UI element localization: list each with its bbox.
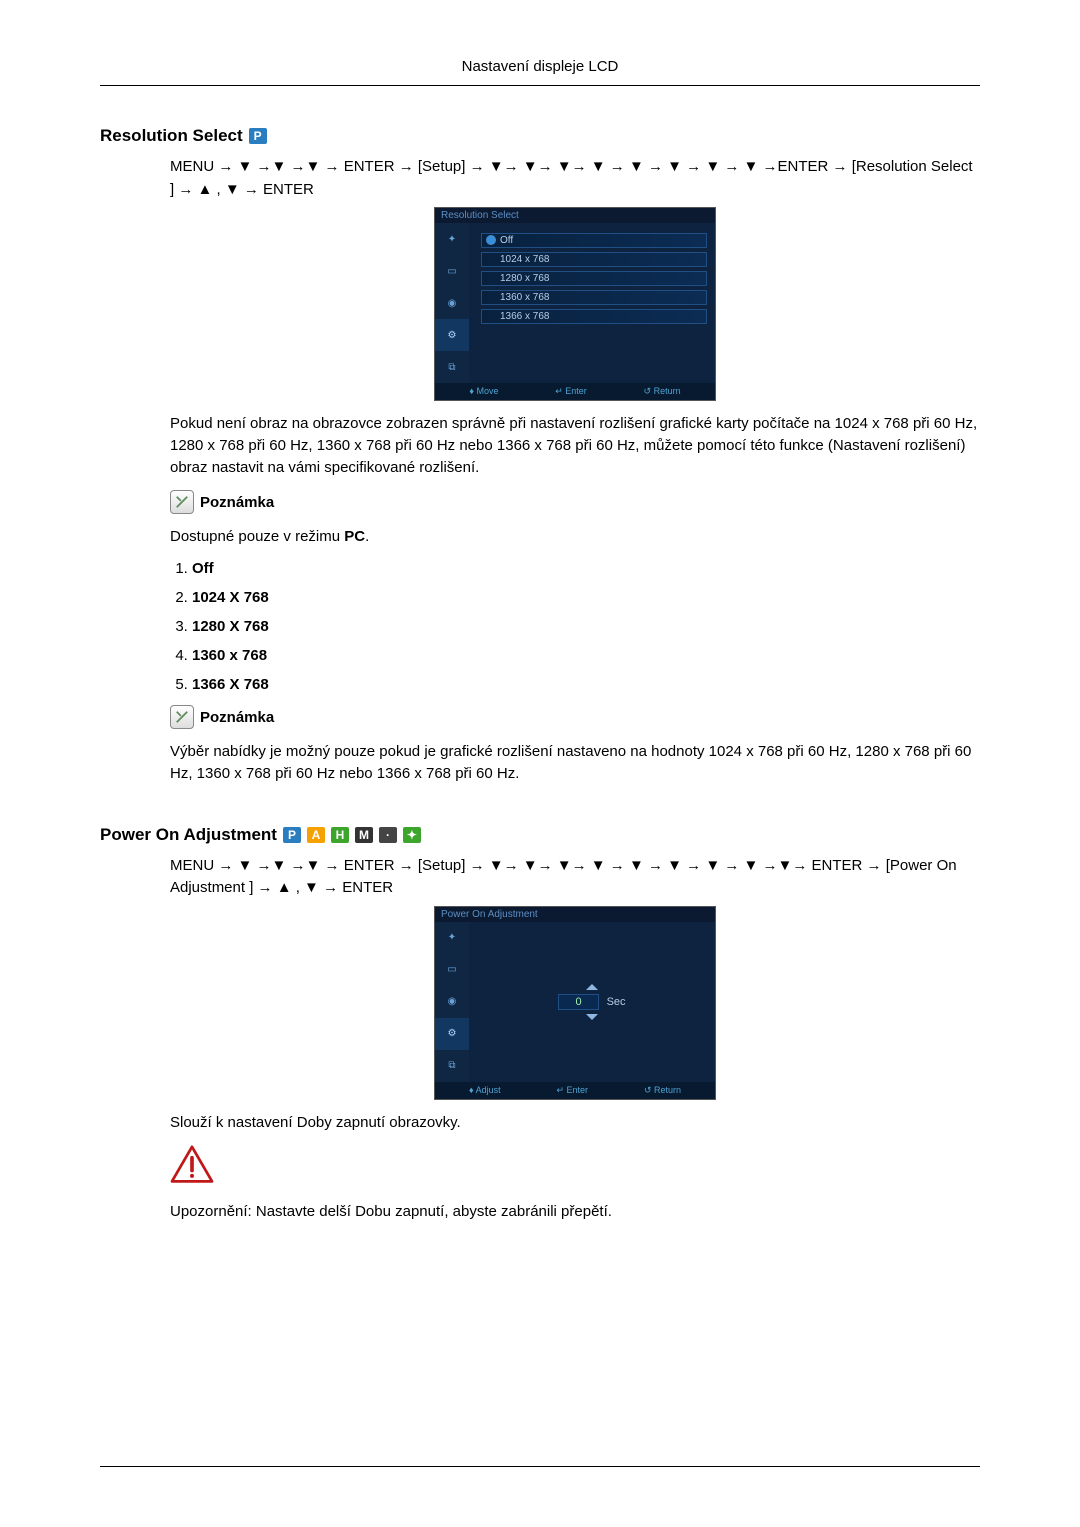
osd-option-off[interactable]: Off xyxy=(481,233,707,248)
section-power-on-title: Power On Adjustment P A H M · ✦ xyxy=(100,825,980,845)
osd-option-1360[interactable]: 1360 x 768 xyxy=(481,290,707,305)
mode-badge-h-icon: H xyxy=(331,827,349,843)
resolution-list: Off 1024 X 768 1280 X 768 1360 x 768 136… xyxy=(170,560,980,693)
osd-hint-enter: ↵ Enter xyxy=(555,386,587,397)
osd-adjust-area: 0 Sec xyxy=(469,922,715,1082)
osd-option-1366[interactable]: 1366 x 768 xyxy=(481,309,707,324)
resolution-nav-path: MENU → ▼ →▼ →▼ → ENTER → [Setup] → ▼→ ▼→… xyxy=(170,156,980,201)
power-on-warning: Upozornění: Nastavte delší Dobu zapnutí,… xyxy=(170,1201,980,1223)
mode-badge-p-icon: P xyxy=(249,128,267,144)
mode-badge-p-icon: P xyxy=(283,827,301,843)
osd-footer: ♦ Move ↵ Enter ↺ Return xyxy=(435,383,715,400)
note-icon xyxy=(170,705,194,729)
list-item-1366: 1366 X 768 xyxy=(192,676,980,693)
osd-option-1280[interactable]: 1280 x 768 xyxy=(481,271,707,286)
mode-badge-m-icon: M xyxy=(355,827,373,843)
picture-icon: ✦ xyxy=(435,223,469,255)
setup-icon: ⚙ xyxy=(435,319,469,351)
list-item-1360: 1360 x 768 xyxy=(192,647,980,664)
osd-resolution-select: Resolution Select ✦ ▭ ◉ ⚙ ⧉ Off 1024 x 7… xyxy=(434,207,716,401)
arrow-down-icon[interactable] xyxy=(586,1014,598,1020)
note-row-1: Poznámka xyxy=(170,490,980,514)
page-header-title: Nastavení displeje LCD xyxy=(100,50,980,85)
osd-hint-move: ♦ Move xyxy=(469,386,498,397)
osd-option-1024[interactable]: 1024 x 768 xyxy=(481,252,707,267)
power-on-value[interactable]: 0 xyxy=(558,994,598,1010)
osd-title: Power On Adjustment xyxy=(435,907,715,922)
section-resolution-title: Resolution Select P xyxy=(100,126,980,146)
multi-icon: ⧉ xyxy=(435,351,469,383)
picture-icon: ✦ xyxy=(435,922,469,954)
mode-badge-extra2-icon: ✦ xyxy=(403,827,421,843)
section-resolution-text: Resolution Select xyxy=(100,126,243,146)
power-on-description: Slouží k nastavení Doby zapnutí obrazovk… xyxy=(170,1112,980,1134)
footer-rule xyxy=(100,1466,980,1467)
list-item-1280: 1280 X 768 xyxy=(192,618,980,635)
osd-hint-return: ↺ Return xyxy=(644,386,681,397)
osd-options: Off 1024 x 768 1280 x 768 1360 x 768 136… xyxy=(469,223,715,383)
osd-sidebar: ✦ ▭ ◉ ⚙ ⧉ xyxy=(435,922,469,1082)
mode-badge-extra-icon: · xyxy=(379,827,397,843)
header-rule xyxy=(100,85,980,86)
osd-hint-enter: ↵ Enter xyxy=(556,1085,588,1096)
osd-hint-return: ↺ Return xyxy=(644,1085,681,1096)
input-icon: ▭ xyxy=(435,954,469,986)
note-label-1: Poznámka xyxy=(200,494,274,511)
list-item-off: Off xyxy=(192,560,980,577)
multi-icon: ⧉ xyxy=(435,1050,469,1082)
note-row-2: Poznámka xyxy=(170,705,980,729)
setup-icon: ⚙ xyxy=(435,1018,469,1050)
list-item-1024: 1024 X 768 xyxy=(192,589,980,606)
note-label-2: Poznámka xyxy=(200,709,274,726)
input-icon: ▭ xyxy=(435,255,469,287)
warning-icon xyxy=(170,1145,980,1189)
resolution-condition-note: Výběr nabídky je možný pouze pokud je gr… xyxy=(170,741,980,785)
osd-power-on-adjustment: Power On Adjustment ✦ ▭ ◉ ⚙ ⧉ 0 Sec xyxy=(434,906,716,1100)
osd-sidebar: ✦ ▭ ◉ ⚙ ⧉ xyxy=(435,223,469,383)
arrow-up-icon[interactable] xyxy=(586,984,598,990)
pc-mode-note: Dostupné pouze v režimu PC. xyxy=(170,526,980,548)
sound-icon: ◉ xyxy=(435,986,469,1018)
osd-title: Resolution Select xyxy=(435,208,715,223)
osd-hint-adjust: ♦ Adjust xyxy=(469,1085,501,1096)
sound-icon: ◉ xyxy=(435,287,469,319)
resolution-description: Pokud není obraz na obrazovce zobrazen s… xyxy=(170,413,980,478)
mode-badge-a-icon: A xyxy=(307,827,325,843)
note-icon xyxy=(170,490,194,514)
section-power-on-text: Power On Adjustment xyxy=(100,825,277,845)
osd-footer: ♦ Adjust ↵ Enter ↺ Return xyxy=(435,1082,715,1099)
power-on-unit: Sec xyxy=(607,996,626,1008)
power-on-nav-path: MENU → ▼ →▼ →▼ → ENTER → [Setup] → ▼→ ▼→… xyxy=(170,855,980,900)
